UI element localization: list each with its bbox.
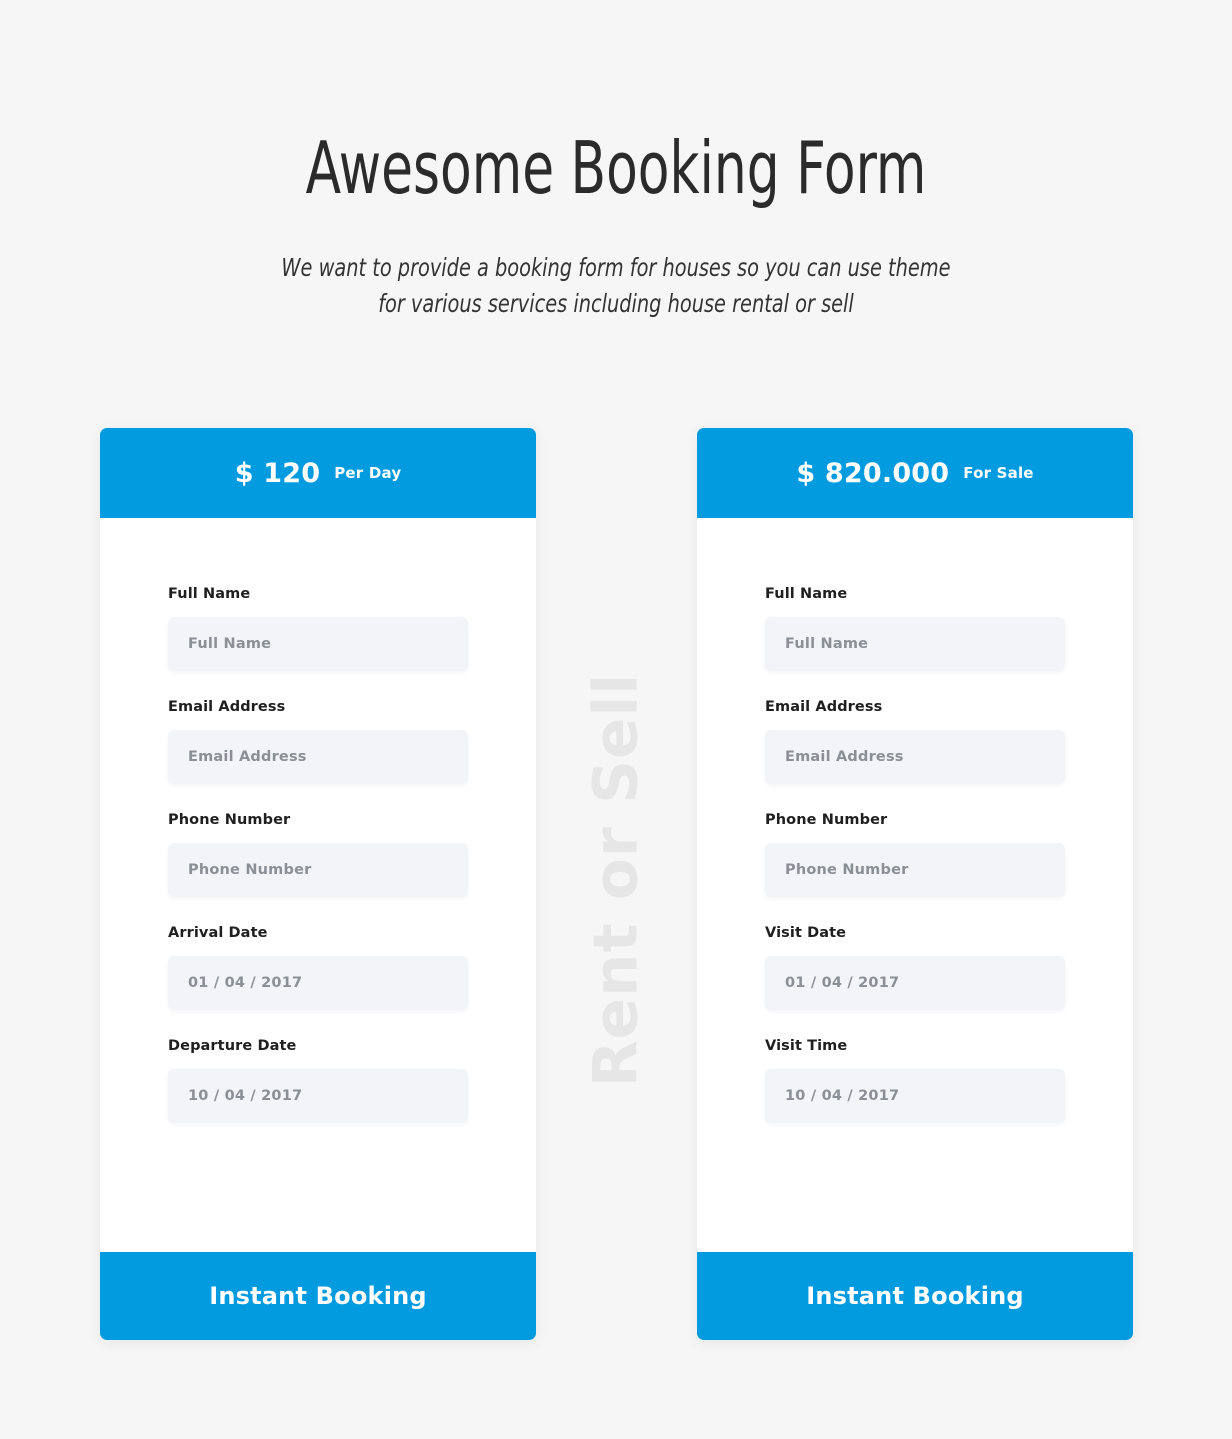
card-body-sale: Full Name Email Address Phone Number Vis… — [697, 518, 1133, 1252]
field-email-address: Email Address — [765, 699, 1065, 784]
price-amount: $ 820.000 — [796, 457, 950, 489]
field-email-address: Email Address — [168, 699, 468, 784]
field-phone-number: Phone Number — [168, 812, 468, 897]
field-visit-time: Visit Time — [765, 1038, 1065, 1123]
booking-card-sale: $ 820.000 For Sale Full Name Email Addre… — [697, 428, 1133, 1340]
input-full-name[interactable] — [765, 617, 1065, 671]
card-header-sale: $ 820.000 For Sale — [697, 428, 1133, 518]
page-header: Awesome Booking Form We want to provide … — [0, 132, 1232, 322]
field-departure-date: Departure Date — [168, 1038, 468, 1123]
input-arrival-date[interactable] — [168, 956, 468, 1010]
input-visit-time[interactable] — [765, 1069, 1065, 1123]
label-full-name: Full Name — [168, 586, 251, 602]
label-email-address: Email Address — [168, 699, 286, 715]
input-visit-date[interactable] — [765, 956, 1065, 1010]
input-phone-number[interactable] — [765, 843, 1065, 897]
label-full-name: Full Name — [765, 586, 848, 602]
field-full-name: Full Name — [765, 586, 1065, 671]
card-header-rent: $ 120 Per Day — [100, 428, 536, 518]
label-visit-date: Visit Date — [765, 925, 847, 941]
instant-booking-button-rent[interactable]: Instant Booking — [100, 1252, 536, 1340]
page-subtitle-line-2: for various services including house ren… — [378, 289, 854, 318]
label-phone-number: Phone Number — [765, 812, 888, 828]
field-full-name: Full Name — [168, 586, 468, 671]
input-full-name[interactable] — [168, 617, 468, 671]
price-note: For Sale — [963, 464, 1034, 482]
field-phone-number: Phone Number — [765, 812, 1065, 897]
card-body-rent: Full Name Email Address Phone Number Arr… — [100, 518, 536, 1252]
page-title: Awesome Booking Form — [305, 126, 927, 210]
label-arrival-date: Arrival Date — [168, 925, 268, 941]
input-email-address[interactable] — [168, 730, 468, 784]
price-note: Per Day — [334, 464, 402, 482]
watermark-label: Rent or Sell — [580, 672, 652, 1088]
label-phone-number: Phone Number — [168, 812, 291, 828]
price-amount: $ 120 — [234, 457, 321, 489]
input-email-address[interactable] — [765, 730, 1065, 784]
booking-form-page: Awesome Booking Form We want to provide … — [0, 0, 1232, 1439]
instant-booking-button-sale[interactable]: Instant Booking — [697, 1252, 1133, 1340]
input-phone-number[interactable] — [168, 843, 468, 897]
page-subtitle-line-1: We want to provide a booking form for ho… — [281, 253, 951, 282]
input-departure-date[interactable] — [168, 1069, 468, 1123]
label-visit-time: Visit Time — [765, 1038, 848, 1054]
page-subtitle: We want to provide a booking form for ho… — [86, 250, 1146, 322]
booking-card-rent: $ 120 Per Day Full Name Email Address Ph… — [100, 428, 536, 1340]
field-visit-date: Visit Date — [765, 925, 1065, 1010]
label-email-address: Email Address — [765, 699, 883, 715]
label-departure-date: Departure Date — [168, 1038, 297, 1054]
field-arrival-date: Arrival Date — [168, 925, 468, 1010]
